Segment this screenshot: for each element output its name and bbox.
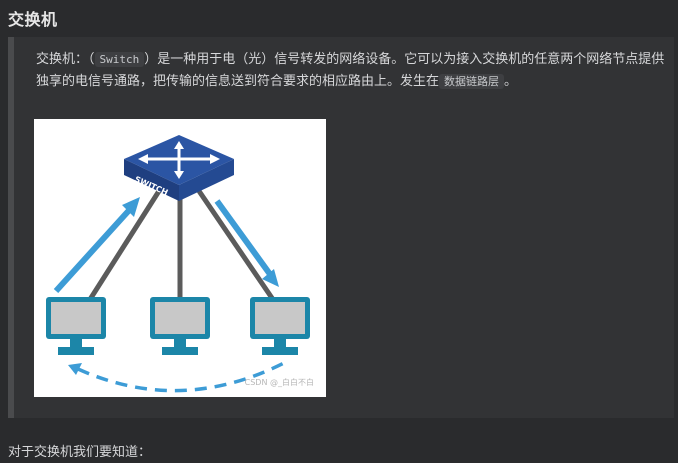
- para-text-post: 。: [504, 74, 518, 89]
- inline-code-data-link-layer: 数据链路层: [439, 74, 505, 89]
- computer-left-icon: [46, 297, 106, 355]
- blockquote: 交换机：（ Switch ）是一种用于电（光）信号转发的网络设备。它可以为接入交换机…: [8, 37, 674, 418]
- watermark: CSDN @_白白不白: [244, 378, 314, 387]
- description-paragraph: 交换机：（ Switch ）是一种用于电（光）信号转发的网络设备。它可以为接入交换机…: [36, 49, 666, 93]
- followup-text: 对于交换机我们要知道：: [8, 445, 152, 460]
- inline-code-switch: Switch: [94, 52, 145, 67]
- computer-middle-icon: [150, 297, 210, 355]
- switch-icon: SWITCH: [124, 135, 234, 201]
- arrow-down-shaft: [214, 199, 275, 279]
- computer-right-icon: [250, 297, 310, 355]
- switch-network-diagram: SWITCH CSDN @_白白不白: [34, 119, 326, 397]
- para-text-pre: 交换机：（: [36, 52, 95, 67]
- cable-right: [196, 189, 277, 303]
- diagram-svg: SWITCH: [46, 135, 310, 393]
- page: 交换机 交换机：（ Switch ）是一种用于电（光）信号转发的网络设备。它可以为接…: [0, 0, 678, 463]
- section-heading: 交换机: [8, 10, 58, 29]
